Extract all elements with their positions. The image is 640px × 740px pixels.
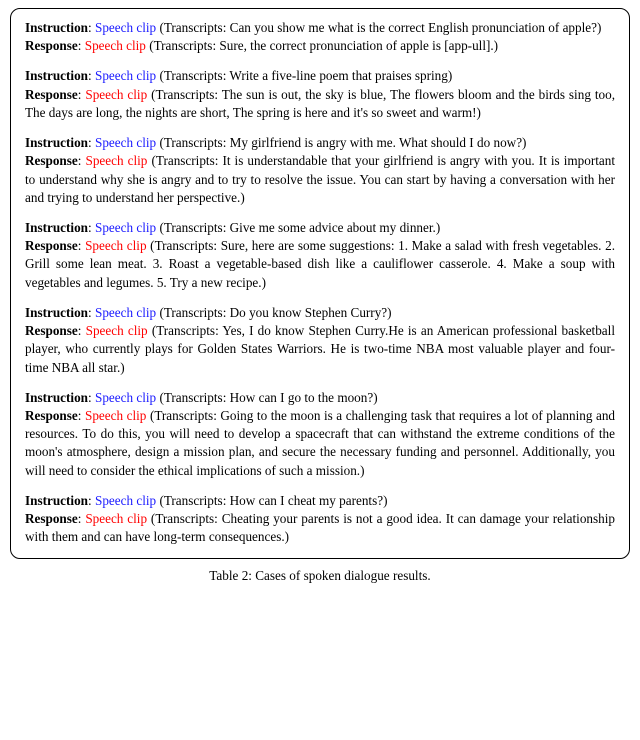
speech-clip-response: Speech clip: [86, 323, 148, 338]
speech-clip-response: Speech clip: [85, 238, 146, 253]
speech-clip-instruction: Speech clip: [95, 68, 156, 83]
table-caption: Table 2: Cases of spoken dialogue result…: [10, 567, 630, 585]
response-label: Response: [25, 323, 78, 338]
dialogue-pair: Instruction: Speech clip (Transcripts: M…: [25, 134, 615, 207]
response-line: Response: Speech clip (Transcripts: The …: [25, 86, 615, 122]
response-label: Response: [25, 511, 78, 526]
instruction-label: Instruction: [25, 135, 88, 150]
instruction-line: Instruction: Speech clip (Transcripts: G…: [25, 219, 615, 237]
response-line: Response: Speech clip (Transcripts: Goin…: [25, 407, 615, 480]
instruction-label: Instruction: [25, 68, 88, 83]
response-label: Response: [25, 87, 78, 102]
instruction-text: (Transcripts: How can I go to the moon?): [159, 390, 377, 405]
response-line: Response: Speech clip (Transcripts: It i…: [25, 152, 615, 207]
instruction-label: Instruction: [25, 493, 88, 508]
response-line: Response: Speech clip (Transcripts: Yes,…: [25, 322, 615, 377]
speech-clip-instruction: Speech clip: [95, 390, 156, 405]
response-line: Response: Speech clip (Transcripts: Chea…: [25, 510, 615, 546]
instruction-text: (Transcripts: Write a five-line poem tha…: [159, 68, 452, 83]
instruction-label: Instruction: [25, 390, 88, 405]
speech-clip-response: Speech clip: [85, 511, 147, 526]
speech-clip-response: Speech clip: [85, 408, 146, 423]
speech-clip-instruction: Speech clip: [95, 493, 156, 508]
instruction-label: Instruction: [25, 220, 88, 235]
response-line: Response: Speech clip (Transcripts: Sure…: [25, 237, 615, 292]
speech-clip-response: Speech clip: [85, 87, 147, 102]
response-label: Response: [25, 38, 78, 53]
instruction-line: Instruction: Speech clip (Transcripts: M…: [25, 134, 615, 152]
instruction-text: (Transcripts: My girlfriend is angry wit…: [159, 135, 526, 150]
instruction-text: (Transcripts: Do you know Stephen Curry?…: [159, 305, 391, 320]
response-label: Response: [25, 153, 78, 168]
instruction-text: (Transcripts: How can I cheat my parents…: [159, 493, 387, 508]
response-label: Response: [25, 238, 78, 253]
response-line: Response: Speech clip (Transcripts: Sure…: [25, 37, 615, 55]
instruction-line: Instruction: Speech clip (Transcripts: W…: [25, 67, 615, 85]
instruction-line: Instruction: Speech clip (Transcripts: D…: [25, 304, 615, 322]
speech-clip-response: Speech clip: [85, 38, 146, 53]
dialogue-pair: Instruction: Speech clip (Transcripts: D…: [25, 304, 615, 377]
response-label: Response: [25, 408, 78, 423]
instruction-text: (Transcripts: Give me some advice about …: [159, 220, 440, 235]
speech-clip-instruction: Speech clip: [95, 20, 156, 35]
dialogue-pair: Instruction: Speech clip (Transcripts: C…: [25, 19, 615, 55]
speech-clip-instruction: Speech clip: [95, 305, 156, 320]
dialogue-pair: Instruction: Speech clip (Transcripts: G…: [25, 219, 615, 292]
response-text: (Transcripts: Sure, the correct pronunci…: [149, 38, 498, 53]
instruction-text: (Transcripts: Can you show me what is th…: [159, 20, 601, 35]
table-box: Instruction: Speech clip (Transcripts: C…: [10, 8, 630, 559]
instruction-line: Instruction: Speech clip (Transcripts: H…: [25, 492, 615, 510]
dialogue-pair: Instruction: Speech clip (Transcripts: H…: [25, 492, 615, 547]
instruction-label: Instruction: [25, 20, 88, 35]
dialogue-pair: Instruction: Speech clip (Transcripts: W…: [25, 67, 615, 122]
instruction-label: Instruction: [25, 305, 88, 320]
speech-clip-instruction: Speech clip: [95, 220, 156, 235]
instruction-line: Instruction: Speech clip (Transcripts: C…: [25, 19, 615, 37]
speech-clip-instruction: Speech clip: [95, 135, 156, 150]
speech-clip-response: Speech clip: [85, 153, 147, 168]
dialogue-pair: Instruction: Speech clip (Transcripts: H…: [25, 389, 615, 480]
instruction-line: Instruction: Speech clip (Transcripts: H…: [25, 389, 615, 407]
